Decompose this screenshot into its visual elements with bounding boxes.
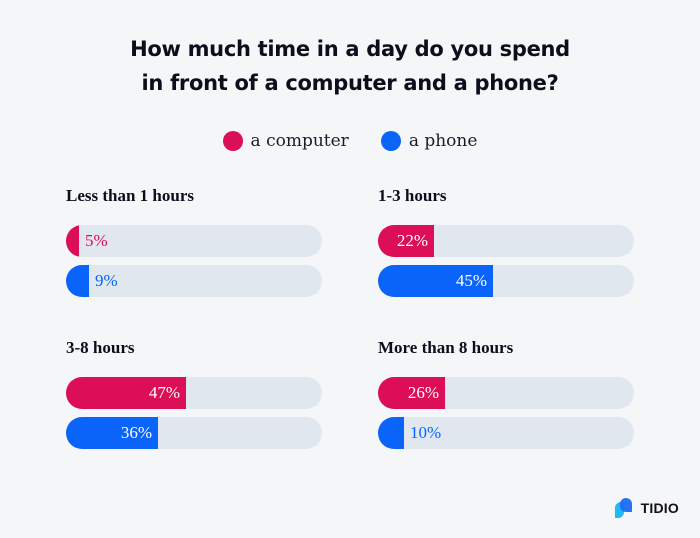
group-title: More than 8 hours <box>378 338 514 357</box>
legend-label-computer: a computer <box>250 131 349 151</box>
bar-computer <box>66 225 79 257</box>
bar-track-computer: 5% <box>66 225 322 257</box>
tidio-logo-icon <box>614 498 632 518</box>
group-less-than-1-hour: Less than 1 hours 5% 9% <box>66 184 322 298</box>
group-more-than-8-hours: More than 8 hours 26% 10% <box>378 336 634 450</box>
bar-value-label-phone: 36% <box>120 423 152 442</box>
legend: a computer a phone <box>0 131 700 151</box>
bar-value-label-computer: 47% <box>148 383 180 402</box>
bar-track-computer: 26% <box>378 377 634 409</box>
bar-value-label-computer: 22% <box>396 231 428 250</box>
group-title: 1-3 hours <box>378 186 447 205</box>
group-1-3-hours: 1-3 hours 22% 45% <box>378 184 634 298</box>
bar-value-label-phone: 10% <box>410 423 442 442</box>
bar-track-phone: 36% <box>66 417 322 449</box>
brand-logo: TIDIO <box>614 498 679 518</box>
bar-value-label-computer: 26% <box>407 383 439 402</box>
brand-name: TIDIO <box>640 500 679 516</box>
legend-item-phone: a phone <box>380 131 478 151</box>
chart-title-line-1: How much time in a day do you spend <box>130 37 570 61</box>
group-3-8-hours: 3-8 hours 47% 36% <box>66 336 322 450</box>
bar-phone <box>378 417 404 449</box>
legend-dot-computer-icon <box>222 131 243 151</box>
chart-title: How much time in a day do you spend in f… <box>0 32 700 100</box>
group-title: Less than 1 hours <box>66 186 195 205</box>
bar-track-phone: 45% <box>378 265 634 297</box>
bar-track-computer: 47% <box>66 377 322 409</box>
chart-title-line-2: in front of a computer and a phone? <box>141 71 559 95</box>
bar-value-label-computer: 5% <box>85 231 108 250</box>
bar-value-label-phone: 9% <box>95 271 118 290</box>
legend-label-phone: a phone <box>408 131 478 151</box>
bar-track-phone: 9% <box>66 265 322 297</box>
bar-value-label-phone: 45% <box>455 271 487 290</box>
group-title: 3-8 hours <box>66 338 135 357</box>
bar-track-phone: 10% <box>378 417 634 449</box>
bar-phone <box>66 265 89 297</box>
bar-track-computer: 22% <box>378 225 634 257</box>
legend-dot-phone-icon <box>380 131 401 151</box>
legend-item-computer: a computer <box>222 131 349 151</box>
